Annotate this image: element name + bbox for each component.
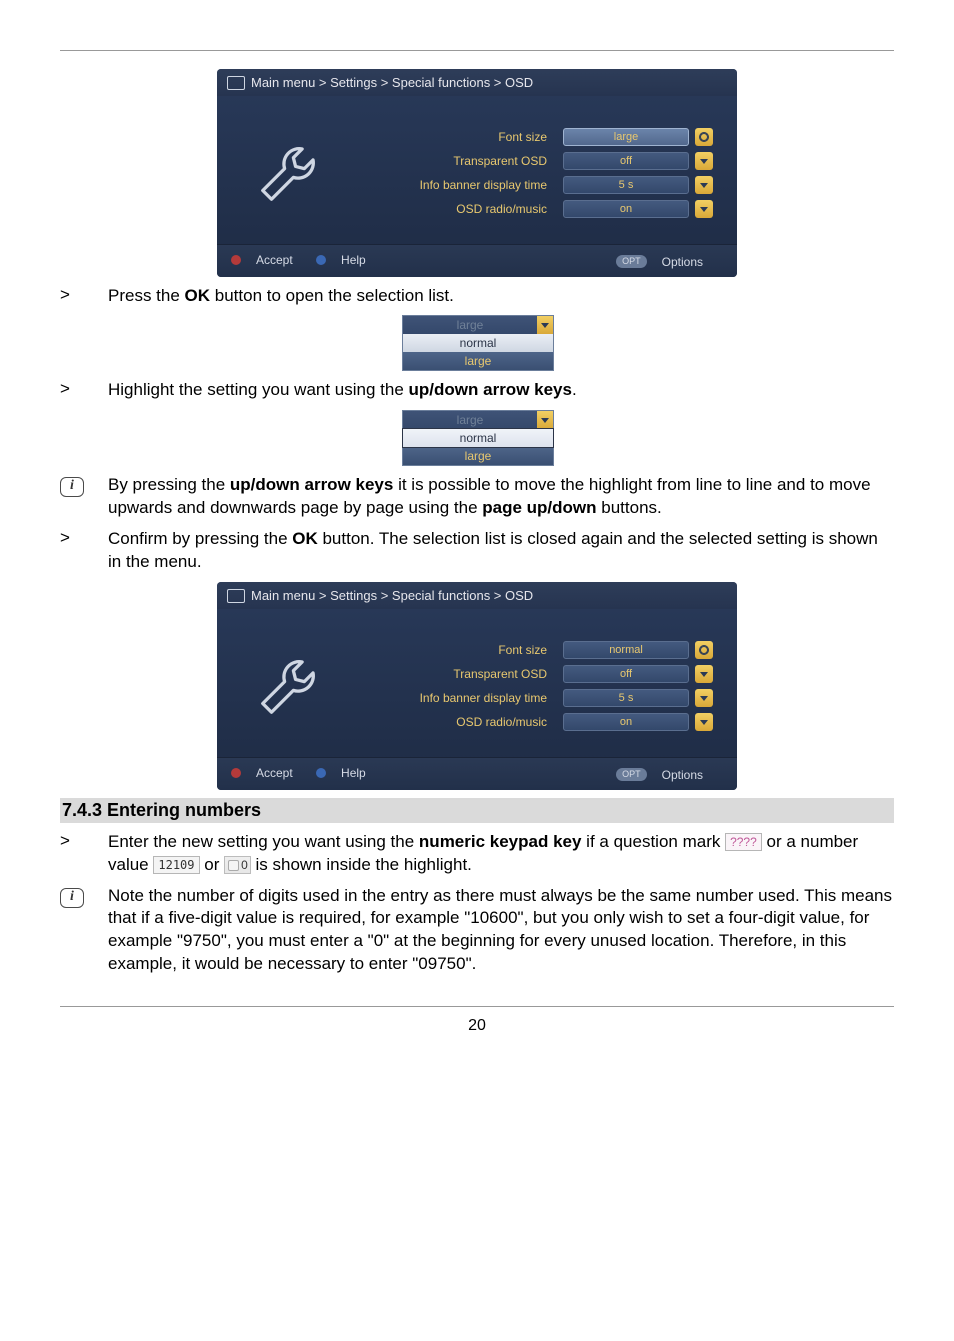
bullet-gt: > bbox=[60, 285, 108, 305]
value-transparent: off bbox=[563, 665, 689, 683]
dd-option-normal-selected: normal bbox=[402, 428, 554, 448]
value-transparent: off bbox=[563, 152, 689, 170]
footer-help: Help bbox=[316, 253, 376, 267]
badge-zero: 0 bbox=[224, 856, 251, 874]
step-confirm-ok: Confirm by pressing the OK button. The s… bbox=[108, 528, 894, 574]
value-radio: on bbox=[563, 713, 689, 731]
osd-row-radio: OSD radio/music on bbox=[355, 713, 713, 731]
footer-accept: Accept bbox=[231, 766, 303, 780]
arrow-down-icon bbox=[537, 411, 553, 429]
footer-accept: Accept bbox=[231, 253, 303, 267]
dd-option-normal: normal bbox=[403, 334, 553, 352]
osd-row-fontsize: Font size normal bbox=[355, 641, 713, 659]
value-radio: on bbox=[563, 200, 689, 218]
footer-options: OPTOptions bbox=[616, 255, 713, 269]
osd-row-transparent: Transparent OSD off bbox=[355, 665, 713, 683]
value-banner: 5 s bbox=[563, 176, 689, 194]
info-icon: i bbox=[60, 888, 84, 908]
red-dot-icon bbox=[231, 255, 241, 265]
label-banner: Info banner display time bbox=[355, 178, 563, 192]
arrow-down-icon bbox=[695, 689, 713, 707]
rule-bottom bbox=[60, 1006, 894, 1007]
bullet-gt: > bbox=[60, 528, 108, 548]
footer-help: Help bbox=[316, 766, 376, 780]
osd-row-banner: Info banner display time 5 s bbox=[355, 176, 713, 194]
arrow-down-icon bbox=[695, 200, 713, 218]
blue-dot-icon bbox=[316, 768, 326, 778]
wrench-icon bbox=[254, 651, 324, 721]
tv-icon bbox=[227, 76, 245, 90]
osd-breadcrumb: Main menu > Settings > Special functions… bbox=[217, 69, 737, 96]
value-font-size: large bbox=[563, 128, 689, 146]
bullet-gt: > bbox=[60, 379, 108, 399]
opt-pill-icon: OPT bbox=[616, 768, 647, 781]
breadcrumb-text: Main menu > Settings > Special functions… bbox=[251, 588, 533, 603]
brightness-icon bbox=[695, 641, 713, 659]
label-radio: OSD radio/music bbox=[355, 202, 563, 216]
osd-row-transparent: Transparent OSD off bbox=[355, 152, 713, 170]
osd-window-2: Main menu > Settings > Special functions… bbox=[217, 582, 737, 790]
step-numeric-keypad: Enter the new setting you want using the… bbox=[108, 831, 894, 877]
arrow-down-icon bbox=[537, 316, 553, 334]
osd-row-banner: Info banner display time 5 s bbox=[355, 689, 713, 707]
blue-dot-icon bbox=[316, 255, 326, 265]
section-heading: 7.4.3 Entering numbers bbox=[60, 798, 894, 823]
footer-options: OPTOptions bbox=[616, 768, 713, 782]
label-banner: Info banner display time bbox=[355, 691, 563, 705]
info-digit-count: Note the number of digits used in the en… bbox=[108, 885, 894, 977]
arrow-down-icon bbox=[695, 713, 713, 731]
label-transparent: Transparent OSD bbox=[355, 154, 563, 168]
arrow-down-icon bbox=[695, 152, 713, 170]
value-banner: 5 s bbox=[563, 689, 689, 707]
wrench-icon bbox=[254, 138, 324, 208]
red-dot-icon bbox=[231, 768, 241, 778]
opt-pill-icon: OPT bbox=[616, 255, 647, 268]
label-font-size: Font size bbox=[355, 643, 563, 657]
info-arrow-keys: By pressing the up/down arrow keys it is… bbox=[108, 474, 894, 520]
tv-icon bbox=[227, 589, 245, 603]
osd-window-1: Main menu > Settings > Special functions… bbox=[217, 69, 737, 277]
dd-head: large bbox=[403, 316, 537, 334]
breadcrumb-text: Main menu > Settings > Special functions… bbox=[251, 75, 533, 90]
badge-question-marks: ???? bbox=[725, 833, 762, 851]
step-press-ok: Press the OK button to open the selectio… bbox=[108, 285, 894, 308]
dd-option-large: large bbox=[403, 447, 553, 465]
dropdown-list-1: large normal large bbox=[402, 315, 554, 371]
osd-row-fontsize: Font size large bbox=[355, 128, 713, 146]
label-font-size: Font size bbox=[355, 130, 563, 144]
step-highlight-arrows: Highlight the setting you want using the… bbox=[108, 379, 894, 402]
dd-option-large: large bbox=[403, 352, 553, 370]
arrow-down-icon bbox=[695, 176, 713, 194]
page-number: 20 bbox=[60, 1017, 894, 1035]
dropdown-list-2: large normal large bbox=[402, 410, 554, 466]
rule-top bbox=[60, 50, 894, 51]
bullet-gt: > bbox=[60, 831, 108, 851]
info-icon: i bbox=[60, 477, 84, 497]
dd-head: large bbox=[403, 411, 537, 429]
value-font-size: normal bbox=[563, 641, 689, 659]
brightness-icon bbox=[695, 128, 713, 146]
label-radio: OSD radio/music bbox=[355, 715, 563, 729]
arrow-down-icon bbox=[695, 665, 713, 683]
label-transparent: Transparent OSD bbox=[355, 667, 563, 681]
osd-row-radio: OSD radio/music on bbox=[355, 200, 713, 218]
osd-breadcrumb: Main menu > Settings > Special functions… bbox=[217, 582, 737, 609]
badge-number: 12109 bbox=[153, 856, 199, 874]
